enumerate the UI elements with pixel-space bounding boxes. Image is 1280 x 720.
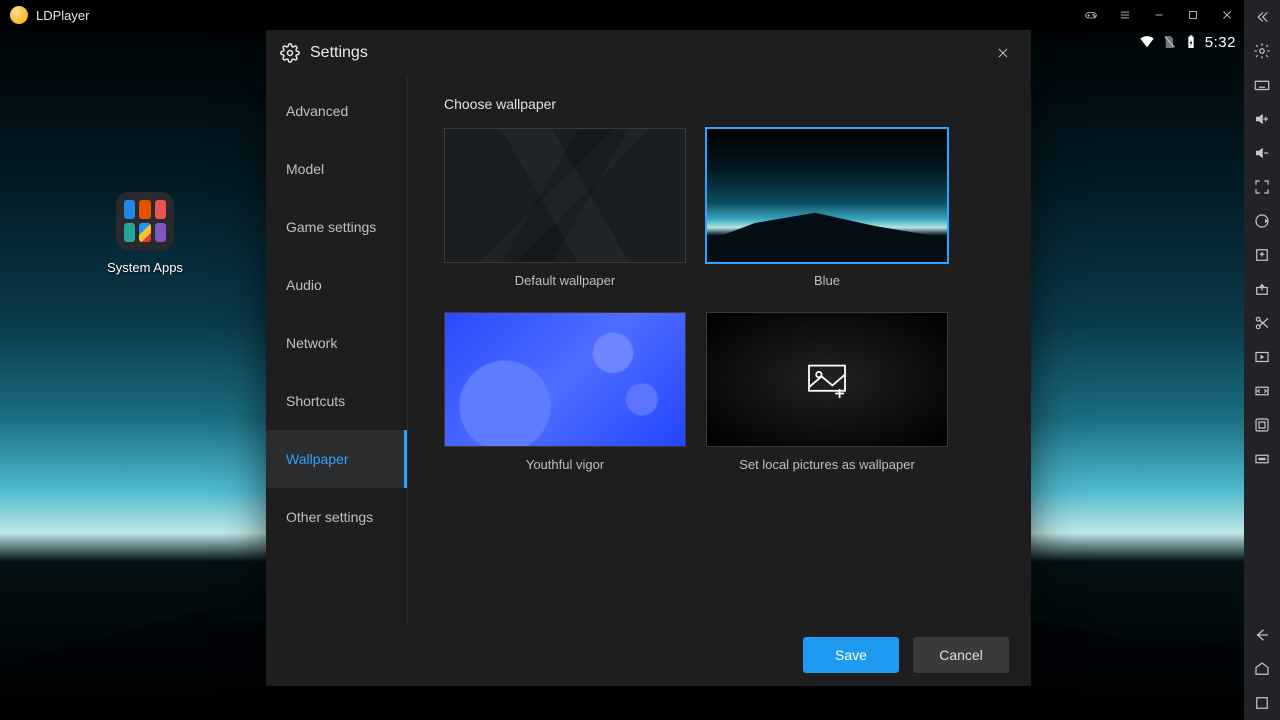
wallpaper-heading: Choose wallpaper [444, 96, 1007, 112]
system-apps-folder[interactable]: System Apps [100, 192, 190, 275]
sim-icon [1161, 34, 1177, 50]
wallpaper-thumb-default [444, 128, 686, 263]
titlebar: LDPlayer [0, 0, 1244, 30]
app-name: LDPlayer [36, 8, 89, 23]
minimize-button[interactable] [1142, 0, 1176, 30]
wallpaper-grid: Default wallpaper Blue Youthful vigor Set l… [444, 128, 1007, 472]
gear-icon[interactable] [1244, 34, 1280, 68]
tab-shortcuts[interactable]: Shortcuts [266, 372, 407, 430]
wallpaper-thumb-local [706, 312, 948, 447]
settings-nav: AdvancedModelGame settingsAudioNetworkSh… [266, 76, 408, 624]
tab-network[interactable]: Network [266, 314, 407, 372]
sync-icon[interactable] [1244, 204, 1280, 238]
cancel-button[interactable]: Cancel [913, 637, 1009, 673]
wifi-icon [1139, 34, 1155, 50]
dialog-close-button[interactable] [989, 39, 1017, 67]
wallpaper-option-local[interactable]: Set local pictures as wallpaper [706, 312, 948, 472]
dialog-footer: Save Cancel [266, 624, 1031, 686]
dialog-title: Settings [310, 44, 368, 62]
share-icon[interactable] [1244, 272, 1280, 306]
wallpaper-caption: Default wallpaper [444, 273, 686, 288]
home-icon[interactable] [1244, 652, 1280, 686]
wallpaper-option-youth[interactable]: Youthful vigor [444, 312, 686, 472]
fullscreen-icon[interactable] [1244, 170, 1280, 204]
tab-advanced[interactable]: Advanced [266, 82, 407, 140]
app-logo-icon [10, 6, 28, 24]
dialog-header: Settings [266, 30, 1031, 76]
folder-label: System Apps [100, 260, 190, 275]
video-icon[interactable] [1244, 340, 1280, 374]
wallpaper-option-default[interactable]: Default wallpaper [444, 128, 686, 288]
wallpaper-thumb-blue [706, 128, 948, 263]
collapse-icon[interactable] [1244, 0, 1280, 34]
volume-down-icon[interactable] [1244, 136, 1280, 170]
menu-icon[interactable] [1108, 0, 1142, 30]
tab-wallpaper[interactable]: Wallpaper [266, 430, 407, 488]
save-button[interactable]: Save [803, 637, 899, 673]
battery-icon [1183, 34, 1199, 50]
maximize-button[interactable] [1176, 0, 1210, 30]
tab-game[interactable]: Game settings [266, 198, 407, 256]
more-icon[interactable] [1244, 442, 1280, 476]
keyboard-icon[interactable] [1244, 68, 1280, 102]
right-toolbar [1244, 0, 1280, 720]
h-flip-icon[interactable] [1244, 374, 1280, 408]
settings-dialog: Settings AdvancedModelGame settingsAudio… [266, 30, 1031, 686]
wallpaper-option-blue[interactable]: Blue [706, 128, 948, 288]
wallpaper-caption: Blue [706, 273, 948, 288]
install-icon[interactable] [1244, 238, 1280, 272]
multi-icon[interactable] [1244, 408, 1280, 442]
scissors-icon[interactable] [1244, 306, 1280, 340]
wallpaper-caption: Youthful vigor [444, 457, 686, 472]
wallpaper-thumb-youth [444, 312, 686, 447]
close-button[interactable] [1210, 0, 1244, 30]
tab-other[interactable]: Other settings [266, 488, 407, 546]
clock: 5:32 [1205, 34, 1236, 51]
settings-gear-icon [280, 43, 300, 63]
volume-up-icon[interactable] [1244, 102, 1280, 136]
tab-model[interactable]: Model [266, 140, 407, 198]
back-icon[interactable] [1244, 618, 1280, 652]
recent-icon[interactable] [1244, 686, 1280, 720]
folder-icon [116, 192, 174, 250]
gamepad-icon[interactable] [1074, 0, 1108, 30]
android-status-bar: 5:32 [1139, 30, 1244, 54]
tab-audio[interactable]: Audio [266, 256, 407, 314]
wallpaper-caption: Set local pictures as wallpaper [706, 457, 948, 472]
settings-content: Choose wallpaper Default wallpaper Blue Yo… [408, 76, 1031, 624]
